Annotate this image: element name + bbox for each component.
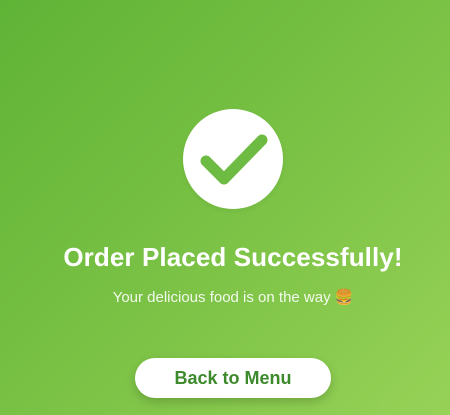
order-success-screen: Order Placed Successfully! Your deliciou… <box>0 0 450 415</box>
checkmark-icon <box>200 134 268 185</box>
success-title: Order Placed Successfully! <box>63 242 403 272</box>
success-badge <box>183 109 283 209</box>
back-to-menu-button[interactable]: Back to Menu <box>135 358 331 398</box>
success-message-text: Your delicious food is on the way <box>112 289 331 306</box>
success-message: Your delicious food is on the way 🍔 <box>0 288 450 308</box>
burger-emoji-icon: 🍔 <box>334 289 354 306</box>
